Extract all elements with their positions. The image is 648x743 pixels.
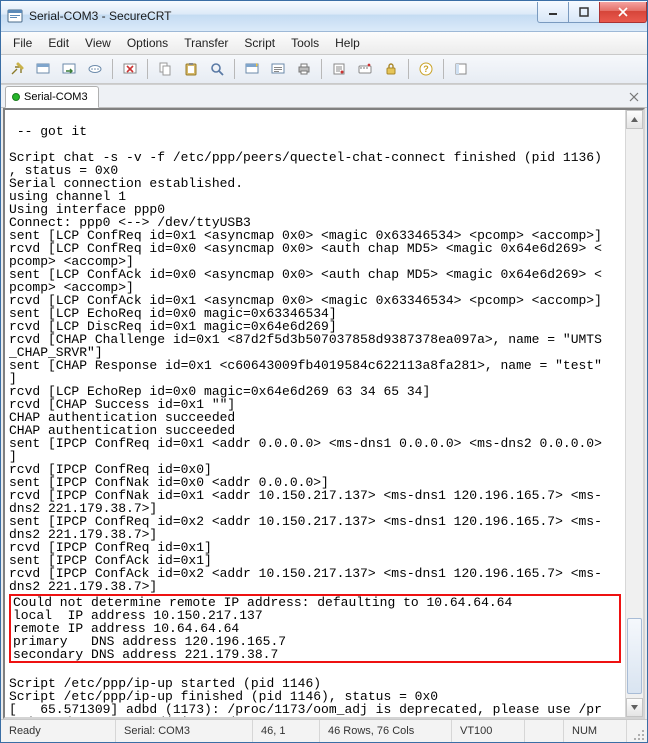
- scroll-thumb[interactable]: [627, 618, 642, 694]
- scroll-up-button[interactable]: [626, 110, 643, 129]
- terminal-output: Script /etc/ppp/ip-up started (pid 1146)…: [9, 676, 602, 717]
- status-emulation: VT100: [452, 720, 525, 742]
- tab-label: Serial-COM3: [24, 91, 88, 103]
- terminal-pane[interactable]: -- got it Script chat -s -v -f /etc/ppp/…: [3, 108, 645, 719]
- status-spacer: [525, 720, 564, 742]
- window-buttons: [538, 2, 647, 22]
- session-options-icon[interactable]: [266, 57, 290, 81]
- tab-strip: Serial-COM3: [1, 84, 647, 108]
- scroll-track[interactable]: [626, 129, 643, 698]
- menu-script[interactable]: Script: [236, 34, 283, 52]
- serial-icon[interactable]: [83, 57, 107, 81]
- app-icon: [7, 8, 23, 24]
- close-button[interactable]: [599, 2, 647, 23]
- status-bar: Ready Serial: COM3 46, 1 46 Rows, 76 Col…: [1, 719, 647, 742]
- highlighted-region: Could not determine remote IP address: d…: [9, 594, 621, 663]
- tab-serial-com3[interactable]: Serial-COM3: [5, 86, 99, 108]
- toolbar-separator: [147, 59, 148, 79]
- connect-icon[interactable]: [31, 57, 55, 81]
- lock-icon[interactable]: [379, 57, 403, 81]
- menu-bar: File Edit View Options Transfer Script T…: [1, 32, 647, 55]
- status-numlock: NUM: [564, 720, 627, 742]
- new-session-icon[interactable]: [240, 57, 264, 81]
- toolbar-separator: [112, 59, 113, 79]
- menu-options[interactable]: Options: [119, 34, 176, 52]
- keymap-icon[interactable]: [353, 57, 377, 81]
- menu-help[interactable]: Help: [327, 34, 368, 52]
- minimize-button[interactable]: [537, 2, 569, 23]
- status-dims: 46 Rows, 76 Cols: [320, 720, 452, 742]
- menu-edit[interactable]: Edit: [40, 34, 77, 52]
- status-ready: Ready: [1, 720, 116, 742]
- reconnect-icon[interactable]: [57, 57, 81, 81]
- menu-view[interactable]: View: [77, 34, 119, 52]
- scroll-down-button[interactable]: [626, 698, 643, 717]
- status-serial: Serial: COM3: [116, 720, 253, 742]
- options-icon[interactable]: [327, 57, 351, 81]
- toolbar-separator: [443, 59, 444, 79]
- terminal-output: -- got it Script chat -s -v -f /etc/ppp/…: [9, 124, 602, 594]
- menu-transfer[interactable]: Transfer: [176, 34, 236, 52]
- menu-tools[interactable]: Tools: [283, 34, 327, 52]
- print-icon[interactable]: [292, 57, 316, 81]
- maximize-button[interactable]: [568, 2, 600, 23]
- highlight-line: secondary DNS address 221.179.38.7: [13, 647, 278, 662]
- toolbar: ?: [1, 55, 647, 84]
- find-icon[interactable]: [205, 57, 229, 81]
- toolbar-separator: [408, 59, 409, 79]
- disconnect-icon[interactable]: [118, 57, 142, 81]
- paste-icon[interactable]: [179, 57, 203, 81]
- toolbar-separator: [234, 59, 235, 79]
- app-window: Serial-COM3 - SecureCRT File Edit View O…: [0, 0, 648, 743]
- toolbar-separator: [321, 59, 322, 79]
- svg-text:?: ?: [423, 64, 429, 74]
- resize-grip-icon[interactable]: [627, 719, 647, 743]
- terminal-content: -- got it Script chat -s -v -f /etc/ppp/…: [5, 110, 625, 717]
- title-bar[interactable]: Serial-COM3 - SecureCRT: [1, 1, 647, 32]
- help-icon[interactable]: ?: [414, 57, 438, 81]
- copy-icon[interactable]: [153, 57, 177, 81]
- tab-close-icon[interactable]: [625, 88, 643, 106]
- connection-led-icon: [12, 93, 20, 101]
- window-title: Serial-COM3 - SecureCRT: [29, 9, 538, 23]
- toggle-tree-icon[interactable]: [449, 57, 473, 81]
- vertical-scrollbar[interactable]: [625, 110, 643, 717]
- status-cursor: 46, 1: [253, 720, 320, 742]
- quick-connect-icon[interactable]: [5, 57, 29, 81]
- menu-file[interactable]: File: [5, 34, 40, 52]
